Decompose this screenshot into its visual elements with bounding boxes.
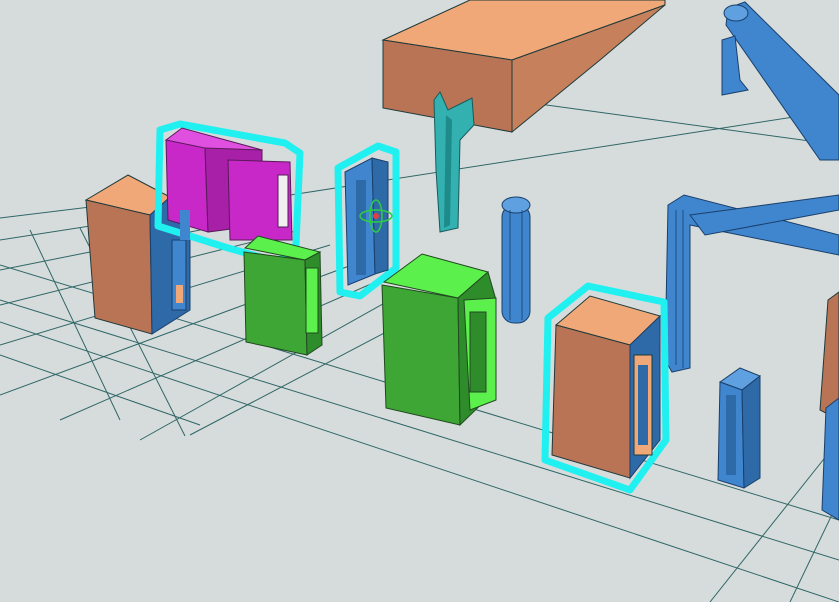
green-cabinet-large[interactable] xyxy=(382,254,496,425)
teal-bracket[interactable] xyxy=(434,92,474,232)
partial-objects-right-edge[interactable] xyxy=(820,292,839,520)
orange-cabinet-right[interactable] xyxy=(545,286,666,490)
blue-pipe-vertical[interactable] xyxy=(502,197,530,323)
3d-viewport[interactable] xyxy=(0,0,839,602)
green-cabinet-small[interactable] xyxy=(244,236,322,355)
blue-pipe-diagonal[interactable] xyxy=(722,2,839,160)
blue-pipe-frame[interactable] xyxy=(665,195,839,372)
blue-post[interactable] xyxy=(718,368,760,488)
orange-beam[interactable] xyxy=(383,0,665,132)
scene-canvas[interactable] xyxy=(0,0,839,602)
